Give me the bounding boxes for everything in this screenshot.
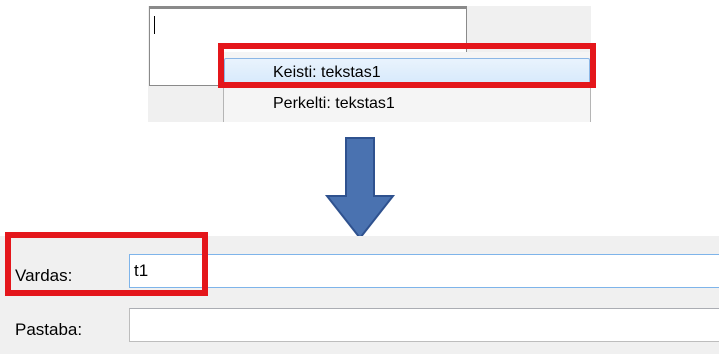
context-menu: Keisti: tekstas1 Perkelti: tekstas1 xyxy=(223,52,591,122)
down-arrow-shape xyxy=(324,137,396,240)
pastaba-label: Pastaba: xyxy=(15,320,83,339)
editor-context-fragment: Keisti: tekstas1 Perkelti: tekstas1 xyxy=(148,6,591,122)
down-arrow-icon xyxy=(324,137,396,240)
menu-item-perkelti[interactable]: Perkelti: tekstas1 xyxy=(224,89,590,119)
text-caret xyxy=(154,16,155,34)
vardas-input[interactable] xyxy=(129,254,719,288)
form-fragment: Vardas: Pastaba: xyxy=(0,236,719,354)
menu-item-keisti[interactable]: Keisti: tekstas1 xyxy=(224,58,590,88)
vardas-label: Vardas: xyxy=(15,266,73,285)
pastaba-input[interactable] xyxy=(129,308,719,342)
